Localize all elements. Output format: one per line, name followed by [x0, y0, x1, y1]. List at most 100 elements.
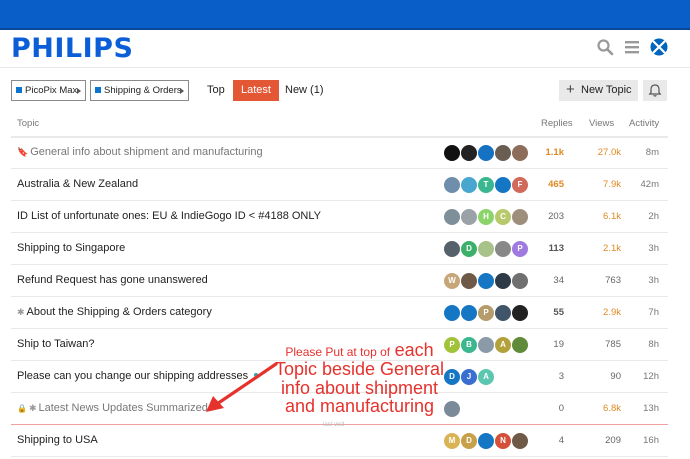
activity-time[interactable]: 12h	[633, 371, 659, 382]
tab-new[interactable]: New (1)	[285, 80, 324, 101]
category-dropdown-shipping-orders[interactable]: Shipping & Orders	[90, 80, 189, 101]
avatar[interactable]: D	[461, 433, 477, 449]
topic-row[interactable]: Refund Request has gone unanswered W 34 763…	[11, 265, 668, 297]
avatar[interactable]	[478, 337, 494, 353]
avatar[interactable]	[461, 177, 477, 193]
avatar[interactable]	[444, 145, 460, 161]
topic-row[interactable]: Shipping to Singapore D P 113 2.1k 3h	[11, 233, 668, 265]
notification-button[interactable]	[643, 80, 667, 101]
avatar[interactable]	[444, 177, 460, 193]
topic-title[interactable]: Australia & New Zealand	[17, 178, 138, 190]
category-dropdown-picopix-max[interactable]: PicoPix Max	[11, 80, 86, 101]
philips-logo[interactable]: PHILIPS	[11, 33, 133, 64]
bell-icon	[648, 84, 662, 97]
avatar[interactable]: A	[495, 337, 511, 353]
view-count: 90	[610, 371, 621, 382]
activity-time[interactable]: 42m	[633, 179, 659, 190]
avatar[interactable]: H	[478, 209, 494, 225]
avatar[interactable]	[444, 241, 460, 257]
topic-title[interactable]: 🔖 General info about shipment and manufac…	[17, 146, 263, 158]
view-count: 27.0k	[597, 147, 621, 158]
topic-title-text: Shipping to Singapore	[17, 242, 126, 254]
avatar[interactable]	[444, 209, 460, 225]
avatar[interactable]	[495, 145, 511, 161]
activity-time[interactable]: 16h	[633, 435, 659, 446]
menu-icon[interactable]	[623, 38, 641, 56]
avatar[interactable]	[461, 305, 477, 321]
avatar[interactable]: T	[478, 177, 494, 193]
reply-count[interactable]: 55	[526, 307, 564, 318]
plus-icon: +	[566, 81, 575, 98]
caret-right-icon	[180, 88, 184, 94]
avatar[interactable]	[461, 209, 477, 225]
topic-title-text: Shipping to USA	[17, 434, 98, 446]
reply-count[interactable]: 3	[526, 371, 564, 382]
activity-time[interactable]: 8h	[633, 339, 659, 350]
reply-count[interactable]: 0	[526, 403, 564, 414]
activity-time[interactable]: 3h	[633, 275, 659, 286]
search-icon[interactable]	[596, 38, 614, 56]
column-header-replies[interactable]: Replies	[541, 118, 573, 129]
topic-title[interactable]: Ship to Taiwan?	[17, 338, 94, 350]
reply-count[interactable]: 34	[526, 275, 564, 286]
topic-title[interactable]: 🔒 ✱ Latest News Updates Summarized	[17, 402, 208, 414]
reply-count[interactable]: 203	[526, 211, 564, 222]
avatar[interactable]	[495, 305, 511, 321]
avatar[interactable]	[461, 145, 477, 161]
topic-row[interactable]: Australia & New Zealand T F 465 7.9k 42m	[11, 169, 668, 201]
avatar[interactable]	[444, 305, 460, 321]
column-header-activity[interactable]: Activity	[629, 118, 659, 129]
avatar[interactable]: N	[495, 433, 511, 449]
topic-row[interactable]: ✱ About the Shipping & Orders category P 55…	[11, 297, 668, 329]
reply-count[interactable]: 1.1k	[526, 147, 565, 158]
avatar[interactable]	[478, 241, 494, 257]
topic-title[interactable]: Shipping to Singapore	[17, 242, 125, 254]
annotation-note: Please Put at top of each Topic beside G…	[252, 341, 467, 416]
new-topic-button[interactable]: + New Topic	[559, 80, 638, 101]
avatar[interactable]: M	[444, 433, 460, 449]
activity-time[interactable]: 2h	[633, 211, 659, 222]
activity-time[interactable]: 7h	[633, 307, 659, 318]
avatar[interactable]	[495, 273, 511, 289]
avatar[interactable]: A	[478, 369, 494, 385]
lock-icon: 🔒	[17, 404, 27, 413]
view-count: 7.9k	[603, 179, 621, 190]
activity-time[interactable]: 13h	[633, 403, 659, 414]
avatar[interactable]	[495, 241, 511, 257]
view-count: 6.1k	[603, 211, 621, 222]
annotation-line-1: Please Put at top of	[285, 345, 391, 359]
flag-icon[interactable]	[650, 38, 668, 56]
topic-row[interactable]: ID List of unfortunate ones: EU & IndieG…	[11, 201, 668, 233]
avatar[interactable]	[478, 145, 494, 161]
avatar[interactable]	[461, 273, 477, 289]
avatar[interactable]: W	[444, 273, 460, 289]
topic-title-text: Australia & New Zealand	[17, 178, 139, 190]
avatar[interactable]: P	[478, 305, 494, 321]
column-header-views[interactable]: Views	[589, 118, 614, 129]
avatar[interactable]	[478, 433, 494, 449]
topic-title-text: General info about shipment and manufact…	[30, 146, 263, 158]
topic-title[interactable]: Shipping to USA	[17, 434, 98, 446]
column-header-topic[interactable]: Topic	[17, 118, 39, 129]
topic-row[interactable]: 🔖 General info about shipment and manufac…	[11, 137, 668, 169]
topic-title-text: About the Shipping & Orders category	[26, 306, 212, 318]
topic-title[interactable]: ID List of unfortunate ones: EU & IndieG…	[17, 210, 321, 222]
avatar[interactable]: C	[495, 209, 511, 225]
reply-count[interactable]: 113	[526, 243, 564, 254]
topic-title[interactable]: Refund Request has gone unanswered	[17, 274, 208, 286]
topic-row[interactable]: Shipping to USA M D N 4 209 16h	[11, 425, 668, 457]
poster-avatars	[444, 145, 528, 161]
reply-count[interactable]: 4	[526, 435, 564, 446]
reply-count[interactable]: 465	[526, 179, 564, 190]
reply-count[interactable]: 19	[526, 339, 564, 350]
tab-top[interactable]: Top	[207, 80, 225, 101]
topic-title-text: ID List of unfortunate ones: EU & IndieG…	[17, 210, 322, 222]
activity-time[interactable]: 8m	[633, 147, 659, 158]
avatar[interactable]	[478, 273, 494, 289]
tab-latest[interactable]: Latest	[233, 80, 279, 101]
view-count: 2.9k	[603, 307, 621, 318]
topic-title[interactable]: ✱ About the Shipping & Orders category	[17, 306, 212, 318]
avatar[interactable]	[495, 177, 511, 193]
avatar[interactable]: D	[461, 241, 477, 257]
activity-time[interactable]: 3h	[633, 243, 659, 254]
